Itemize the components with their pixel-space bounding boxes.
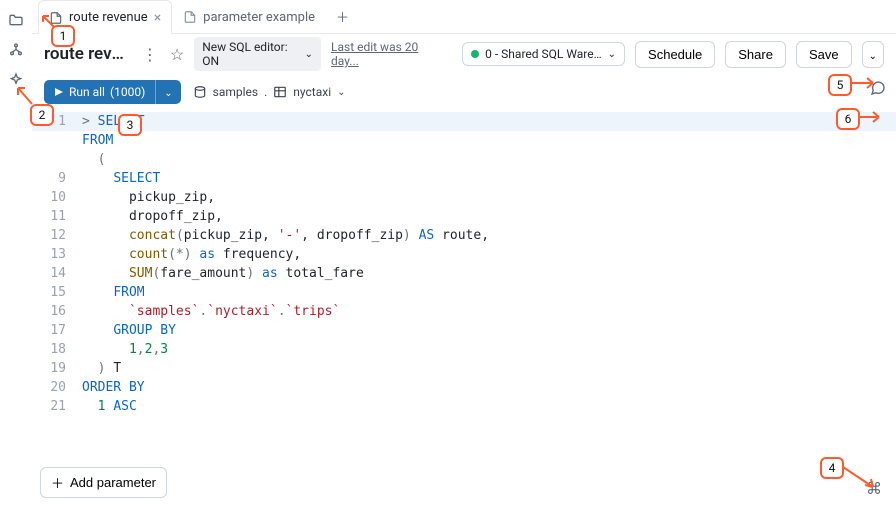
code-content: GROUP BY (76, 321, 176, 340)
code-editor[interactable]: 1> SELECTFROM (9 SELECT10 pickup_zip,11 … (32, 110, 896, 512)
chevron-down-icon: ⌄ (608, 49, 616, 60)
run-row: Run all (1000) ⌄ samples . nyctaxi ⌄ (32, 74, 896, 110)
code-content: `samples`.`nyctaxi`.`trips` (76, 302, 340, 321)
schedule-button[interactable]: Schedule (635, 41, 715, 68)
close-icon[interactable]: × (154, 10, 161, 26)
query-title[interactable]: route reve... (44, 44, 130, 64)
line-number (32, 150, 76, 169)
line-number: 21 (32, 397, 76, 416)
chevron-down-icon: ⌄ (305, 49, 313, 60)
code-content: SELECT (76, 169, 160, 188)
tab-bar: route revenue × parameter example ＋ (32, 0, 896, 34)
code-line[interactable]: 14 SUM(fare_amount) as total_fare (32, 264, 896, 283)
tab-parameter-example[interactable]: parameter example (172, 0, 326, 33)
schema-selector[interactable]: samples . nyctaxi ⌄ (193, 85, 346, 99)
save-button[interactable]: Save (796, 41, 852, 68)
code-line[interactable]: 19 ) T (32, 359, 896, 378)
tab-label: parameter example (203, 10, 315, 25)
table-icon (273, 85, 287, 99)
file-icon (183, 10, 197, 24)
line-number: 16 (32, 302, 76, 321)
code-line[interactable]: 15 FROM (32, 283, 896, 302)
code-line[interactable]: 20ORDER BY (32, 378, 896, 397)
code-content: pickup_zip, (76, 188, 215, 207)
code-line[interactable]: 10 pickup_zip, (32, 188, 896, 207)
folder-icon[interactable] (8, 12, 24, 28)
line-number: 10 (32, 188, 76, 207)
line-number: 18 (32, 340, 76, 359)
code-content: ) T (76, 359, 121, 378)
footer: ＋Add parameter (40, 467, 167, 498)
code-content: count(*) as frequency, (76, 245, 301, 264)
code-line[interactable]: FROM (32, 131, 896, 150)
code-line[interactable]: 12 concat(pickup_zip, '-', dropoff_zip) … (32, 226, 896, 245)
line-number: 9 (32, 169, 76, 188)
comment-icon[interactable] (870, 80, 886, 100)
code-content: FROM (76, 283, 145, 302)
run-all-button[interactable]: Run all (1000) ⌄ (44, 80, 181, 104)
code-line[interactable]: 16 `samples`.`nyctaxi`.`trips` (32, 302, 896, 321)
play-icon (54, 87, 64, 97)
code-content: ( (76, 150, 105, 169)
status-dot-icon (471, 50, 479, 58)
line-number: 20 (32, 378, 76, 397)
kebab-menu-icon[interactable]: ⋮ (140, 45, 160, 64)
callout-2: 2 (30, 104, 54, 126)
line-number: 15 (32, 283, 76, 302)
callout-6: 6 (836, 108, 860, 130)
star-icon[interactable]: ☆ (170, 45, 184, 64)
code-content: SUM(fare_amount) as total_fare (76, 264, 364, 283)
left-rail (0, 0, 32, 512)
code-line[interactable]: 17 GROUP BY (32, 321, 896, 340)
keyboard-shortcut-icon[interactable]: ⌘ (866, 479, 882, 498)
schema-icon[interactable] (8, 42, 24, 58)
chevron-down-icon: ⌄ (337, 87, 345, 98)
warehouse-selector[interactable]: 0 - Shared SQL Ware… ⌄ (462, 42, 625, 66)
code-content: 1 ASC (76, 397, 137, 416)
code-content: 1,2,3 (76, 340, 168, 359)
code-content: dropoff_zip, (76, 207, 223, 226)
code-content: ORDER BY (76, 378, 145, 397)
code-line[interactable]: 21 1 ASC (32, 397, 896, 416)
line-number: 12 (32, 226, 76, 245)
line-number: 14 (32, 264, 76, 283)
code-content: concat(pickup_zip, '-', dropoff_zip) AS … (76, 226, 489, 245)
callout-5: 5 (828, 74, 852, 96)
callout-4: 4 (820, 457, 844, 479)
line-number (32, 131, 76, 150)
plus-icon: ＋ (51, 473, 64, 492)
code-content: FROM (76, 131, 113, 150)
code-line[interactable]: 9 SELECT (32, 169, 896, 188)
add-parameter-button[interactable]: ＋Add parameter (40, 467, 167, 498)
code-line[interactable]: 13 count(*) as frequency, (32, 245, 896, 264)
sparkle-icon[interactable] (8, 72, 24, 88)
main-area: route revenue × parameter example ＋ rout… (32, 0, 896, 512)
file-icon (49, 11, 63, 25)
share-button[interactable]: Share (725, 41, 786, 68)
line-number: 11 (32, 207, 76, 226)
database-icon (193, 85, 207, 99)
new-editor-toggle[interactable]: New SQL editor: ON⌄ (194, 37, 321, 71)
chevron-down-icon: ⌄ (869, 51, 877, 62)
line-number: 19 (32, 359, 76, 378)
line-number: 17 (32, 321, 76, 340)
title-row: route reve... ⋮ ☆ New SQL editor: ON⌄ La… (32, 34, 896, 74)
save-menu-button[interactable]: ⌄ (862, 41, 884, 68)
callout-1: 1 (51, 25, 75, 47)
tab-label: route revenue (69, 10, 148, 25)
callout-3: 3 (118, 114, 142, 136)
code-line[interactable]: ( (32, 150, 896, 169)
line-number: 13 (32, 245, 76, 264)
code-line[interactable]: 11 dropoff_zip, (32, 207, 896, 226)
last-edit-link[interactable]: Last edit was 20 day... (331, 40, 442, 68)
run-menu-button[interactable]: ⌄ (155, 80, 180, 104)
new-tab-button[interactable]: ＋ (326, 0, 359, 33)
code-line[interactable]: 18 1,2,3 (32, 340, 896, 359)
code-line[interactable]: 1> SELECT (32, 112, 896, 131)
